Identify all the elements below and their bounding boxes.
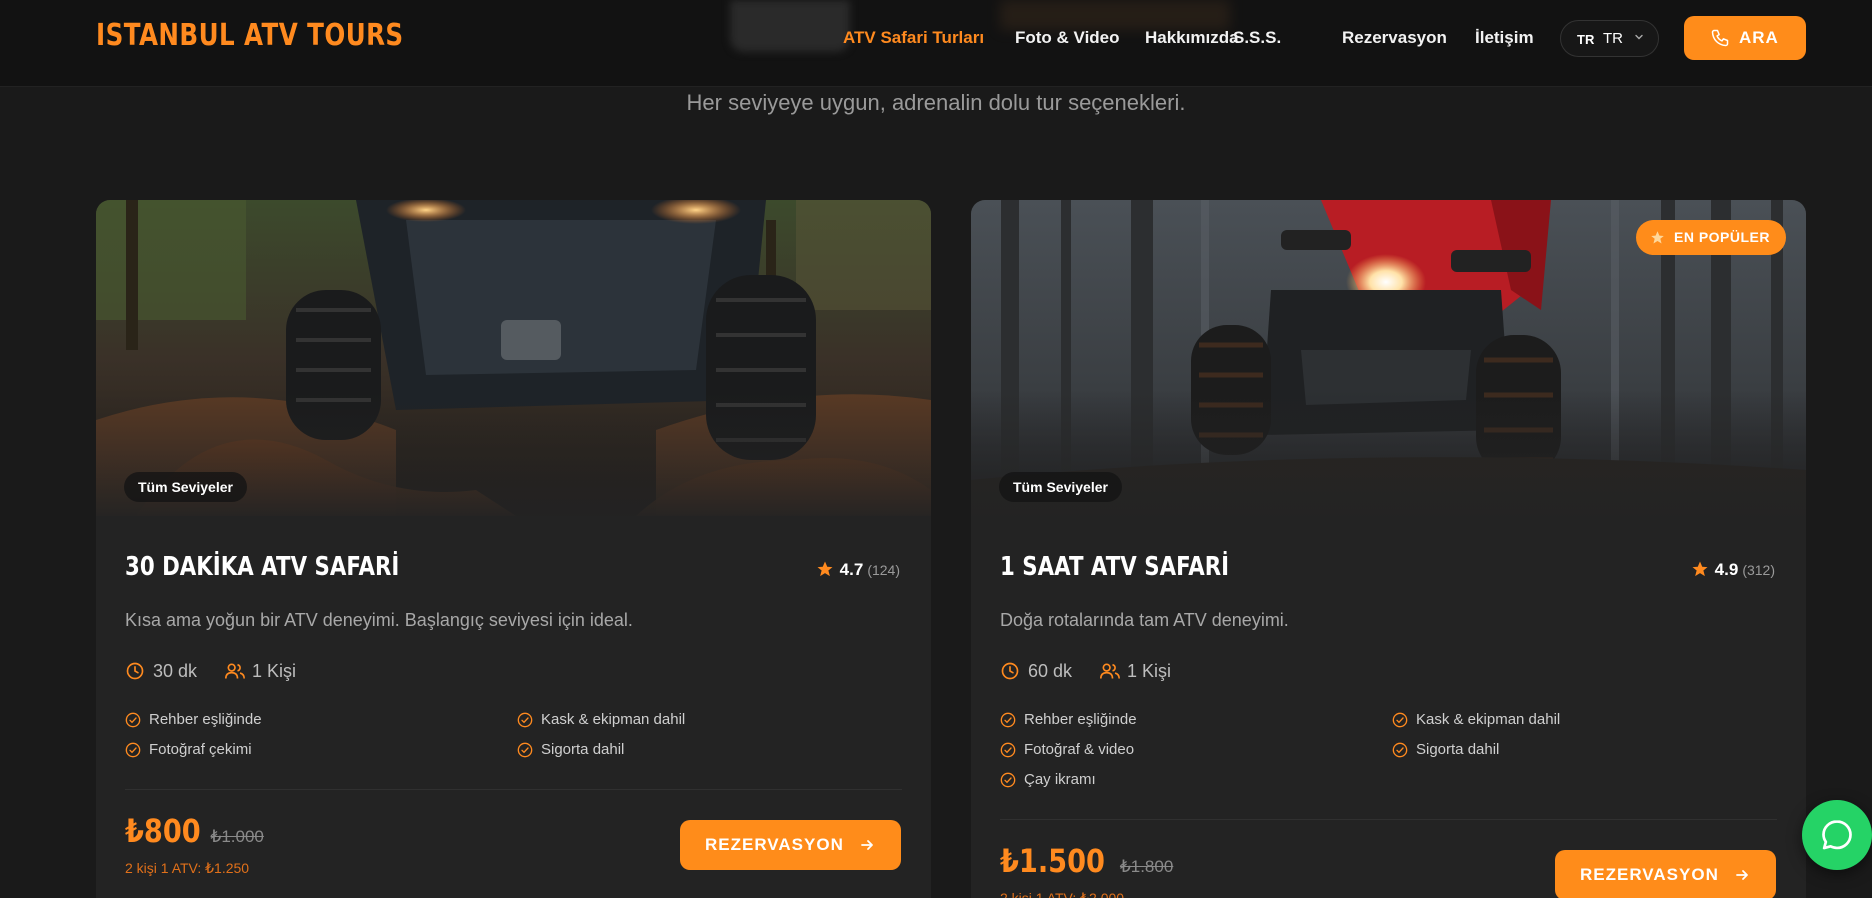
price-current: ₺1.500	[1000, 842, 1105, 880]
feature-label: Rehber eşliğinde	[149, 711, 262, 728]
feature-label: Sigorta dahil	[541, 741, 625, 758]
duration-label: 30 dk	[153, 661, 198, 681]
tour-card-30-min: Tüm Seviyeler 30 DAKİKA ATV SAFARİ 4.7 (1…	[96, 200, 931, 898]
book-button-label: REZERVASYON	[1580, 865, 1719, 884]
phone-icon	[1711, 29, 1729, 47]
language-selector[interactable]: TR TR	[1560, 20, 1659, 57]
price-old: ₺1.000	[210, 827, 264, 846]
tour-title: 1 SAAT ATV SAFARİ	[1000, 552, 1230, 582]
popular-badge: EN POPÜLER	[1635, 220, 1786, 255]
check-circle-icon	[125, 712, 141, 728]
nav-link-sss[interactable]: S.S.S.	[1233, 28, 1281, 48]
rating-count: (312)	[1742, 562, 1775, 578]
rating: 4.9 (312)	[1691, 560, 1775, 582]
divider	[125, 789, 902, 790]
book-button-label: REZERVASYON	[705, 835, 844, 854]
star-icon	[1651, 231, 1664, 244]
book-button[interactable]: REZERVASYON	[1555, 850, 1776, 898]
language-code: TR	[1577, 32, 1595, 47]
nav-link-rezervasyon[interactable]: Rezervasyon	[1342, 28, 1447, 48]
price-note: 2 kişi 1 ATV: ₺1.250	[125, 860, 250, 876]
call-button[interactable]: ARA	[1684, 16, 1806, 60]
price-note: 2 kişi 1 ATV: ₺2.000	[1000, 890, 1125, 898]
arrow-right-icon	[861, 840, 873, 850]
popular-badge-label: EN POPÜLER	[1673, 229, 1770, 245]
nav-link-hakkimizda[interactable]: Hakkımızda	[1145, 28, 1239, 48]
chevron-down-icon	[1635, 34, 1643, 40]
nav-link-iletisim[interactable]: İletişim	[1475, 28, 1534, 48]
feature-label: Fotoğraf çekimi	[149, 741, 252, 758]
blurred-hero-fragment	[1000, 0, 1230, 30]
people-label: 1 Kişi	[252, 661, 297, 681]
check-circle-icon	[1000, 712, 1016, 728]
whatsapp-icon	[1822, 820, 1852, 850]
blurred-hero-fragment	[730, 0, 850, 52]
price: ₺800 ₺1.000	[125, 812, 264, 850]
nav-link-atv-safari[interactable]: ATV Safari Turları	[843, 28, 984, 48]
people-label: 1 Kişi	[1127, 661, 1172, 681]
users-icon	[225, 663, 245, 679]
book-button[interactable]: REZERVASYON	[680, 820, 901, 870]
check-circle-icon	[125, 742, 141, 758]
tour-description: Doğa rotalarında tam ATV deneyimi.	[1000, 610, 1289, 630]
rating-count: (124)	[867, 562, 900, 578]
tour-card-1-hour: Tüm Seviyeler EN POPÜLER 1 SAAT ATV SAFA…	[971, 200, 1806, 898]
price-current: ₺800	[125, 812, 201, 850]
feature-label: Çay ikramı	[1024, 771, 1096, 788]
check-circle-icon	[1392, 742, 1408, 758]
level-badge: Tüm Seviyeler	[124, 472, 247, 502]
check-circle-icon	[517, 742, 533, 758]
feature-label: Fotoğraf & video	[1024, 741, 1135, 758]
section-subtitle: Her seviyeye uygun, adrenalin dolu tur s…	[686, 90, 1186, 115]
site-header: ISTANBUL ATV TOURS ATV Safari Turları Fo…	[0, 0, 1872, 87]
check-circle-icon	[1000, 772, 1016, 788]
star-icon	[817, 561, 833, 577]
feature-label: Kask & ekipman dahil	[541, 711, 686, 728]
feature-label: Rehber eşliğinde	[1024, 711, 1137, 728]
call-button-label: ARA	[1739, 28, 1779, 47]
check-circle-icon	[517, 712, 533, 728]
price-old: ₺1.800	[1119, 857, 1174, 876]
site-logo[interactable]: ISTANBUL ATV TOURS	[96, 18, 404, 53]
level-badge: Tüm Seviyeler	[999, 472, 1122, 502]
users-icon	[1100, 663, 1120, 679]
check-circle-icon	[1000, 742, 1016, 758]
duration-label: 60 dk	[1028, 661, 1073, 681]
nav-link-foto-video[interactable]: Foto & Video	[1015, 28, 1120, 48]
feature-label: Kask & ekipman dahil	[1416, 711, 1561, 728]
star-icon	[1692, 561, 1708, 577]
rating: 4.7 (124)	[816, 560, 900, 582]
tour-image-atv-mud	[96, 200, 931, 516]
whatsapp-button[interactable]	[1802, 800, 1872, 870]
arrow-right-icon	[1736, 870, 1748, 880]
clock-icon	[1001, 662, 1019, 680]
price: ₺1.500 ₺1.800	[1000, 842, 1173, 880]
feature-label: Sigorta dahil	[1416, 741, 1500, 758]
divider	[1000, 819, 1777, 820]
clock-icon	[126, 662, 144, 680]
check-circle-icon	[1392, 712, 1408, 728]
rating-value: 4.9	[1714, 560, 1739, 579]
rating-value: 4.7	[839, 560, 864, 579]
language-label: TR	[1603, 30, 1623, 47]
tour-title: 30 DAKİKA ATV SAFARİ	[125, 552, 400, 582]
tour-description: Kısa ama yoğun bir ATV deneyimi. Başlang…	[125, 610, 633, 630]
